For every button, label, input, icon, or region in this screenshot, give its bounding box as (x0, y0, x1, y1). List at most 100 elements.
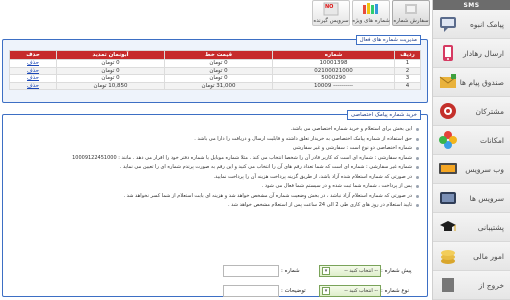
finance-icon (437, 245, 459, 267)
sidebar-header-label: SMS (463, 1, 480, 9)
rule-item: این بخش برای استعلام و خرید شماره اختصاص… (11, 125, 419, 135)
rule-item: حق استفاده از شماره پیامک اختصاصی به خری… (11, 135, 419, 145)
delete-link[interactable]: حذف (8, 59, 58, 68)
exit-icon (437, 274, 459, 296)
description-input[interactable] (223, 285, 279, 297)
type-select[interactable]: -- انتخاب کنید -- ▾ (319, 285, 381, 297)
type-label: نوع شماره : (381, 288, 410, 294)
delete-link[interactable]: حذف (8, 74, 58, 83)
sidebar: SMS پیامک انبوه ارسال رهادار صندوق پیام … (432, 0, 510, 300)
prefix-select-value: -- انتخاب کنید -- (344, 268, 378, 274)
cell-number: 02100021000 (271, 66, 396, 75)
sidebar-item-inbox[interactable]: صندوق پیام ها (433, 68, 510, 97)
rule-item: در صورتی که شماره استعلام شده آزاد باشد،… (11, 173, 419, 183)
desc-label: توضیحات : (281, 288, 306, 294)
chevron-down-icon: ▾ (322, 287, 330, 295)
sidebar-item-features[interactable]: امکانات (433, 126, 510, 155)
form-row-type: نوع شماره : -- انتخاب کنید -- ▾ توضیحات … (11, 284, 419, 298)
content: مدیریت شماره های فعال ردیف شماره قیمت خط… (2, 33, 428, 300)
table-row: 4 ---------- 10009 31,000 تومان 10,850 ت… (8, 81, 421, 90)
sidebar-item-finance[interactable]: امور مالی (433, 242, 510, 271)
recipient-button[interactable]: NO سرویس گیرنده (312, 0, 350, 26)
order-number-label: سفارش شماره (393, 18, 429, 24)
order-number-button[interactable]: سفارش شماره (392, 0, 430, 26)
chevron-down-icon: ▾ (322, 267, 330, 275)
cell-renewal: 0 تومان (56, 59, 166, 68)
sidebar-item-label: صندوق پیام ها (459, 77, 504, 87)
cell-row: 3 (394, 74, 421, 83)
sidebar-item-exit[interactable]: خروج از (433, 271, 510, 300)
sidebar-header: SMS (433, 0, 510, 10)
col-header-number: شماره (271, 50, 396, 60)
cell-price: 0 تومان (164, 66, 273, 75)
col-header-renewal: آبونمان تمدید (56, 50, 166, 60)
sidebar-item-subscribers[interactable]: مشترکان (433, 97, 510, 126)
cell-number: ---------- 10009 (271, 81, 396, 90)
sidebar-item-label: پیامک انبوه (470, 19, 504, 29)
sms-bulk-icon (437, 13, 459, 35)
cell-price: 31,000 تومان (164, 81, 273, 90)
sidebar-item-bulk-sms[interactable]: پیامک انبوه (433, 10, 510, 39)
number-input[interactable] (223, 265, 279, 277)
sidebar-item-label: ارسال رهادار (462, 48, 504, 58)
rule-item: تایید استعلام در روز های کاری طی 2 الی 2… (11, 201, 419, 211)
recipient-label: سرویس گیرنده (313, 18, 349, 24)
table-row: 2 02100021000 0 تومان 0 تومان حذف (8, 66, 421, 75)
sidebar-item-support[interactable]: پشتیبانی (433, 213, 510, 242)
type-select-value: -- انتخاب کنید -- (344, 288, 378, 294)
special-numbers-icon (362, 2, 380, 18)
delete-link[interactable]: حذف (8, 81, 58, 90)
form-row-prefix: پیش شماره : -- انتخاب کنید -- ▾ شماره : (11, 264, 419, 278)
sidebar-item-label: مشترکان (475, 106, 504, 116)
cell-number: 10001398 (271, 59, 396, 68)
sidebar-item-label: امور مالی (473, 251, 504, 261)
order-form: پیش شماره : -- انتخاب کنید -- ▾ شماره : … (11, 264, 419, 300)
cell-price: 0 تومان (164, 74, 273, 83)
sidebar-item-send[interactable]: ارسال رهادار (433, 39, 510, 68)
number-label: شماره : (281, 268, 300, 274)
features-icon (437, 129, 459, 151)
sidebar-item-label: خروج از (478, 280, 504, 290)
cell-renewal: 0 تومان (56, 66, 166, 75)
table-row: 3 5000290 0 تومان 0 تومان حذف (8, 74, 421, 83)
rule-item: پس از پرداخت ، شماره شما ثبت شده و در سی… (11, 182, 419, 192)
order-number-icon (403, 2, 419, 18)
col-header-price: قیمت خط (164, 50, 273, 60)
prefix-select[interactable]: -- انتخاب کنید -- ▾ (319, 265, 381, 277)
rule-item: شماره غیر سفارشی : شماره ای است که شما ت… (11, 163, 419, 173)
order-number-box: خرید شماره پیامک اختصاصی این بخش برای اس… (2, 110, 428, 300)
sidebar-item-services[interactable]: سرویس ها (433, 184, 510, 213)
active-numbers-box: مدیریت شماره های فعال ردیف شماره قیمت خط… (2, 35, 428, 103)
services-icon (437, 187, 459, 209)
cell-price: 0 تومان (164, 59, 273, 68)
col-header-delete: حذف (8, 50, 58, 60)
active-numbers-table: ردیف شماره قیمت خط آبونمان تمدید حذف 1 1… (8, 50, 421, 90)
order-number-title: خرید شماره پیامک اختصاصی (346, 110, 421, 120)
cell-number: 5000290 (271, 74, 396, 83)
cell-renewal: 0 تومان (56, 74, 166, 83)
sidebar-item-label: سرویس ها (469, 193, 504, 203)
subscribers-icon (437, 100, 459, 122)
special-numbers-button[interactable]: شماره های ویژه (352, 0, 390, 26)
support-icon (437, 216, 459, 238)
recipient-badge: NO (325, 4, 334, 10)
rule-item: شماره اختصاصی دو نوع است : سفارشی و غیر … (11, 144, 419, 154)
webservice-icon (437, 158, 459, 180)
sidebar-item-label: پشتیبانی (477, 222, 504, 232)
send-icon (437, 42, 459, 64)
prefix-label: پیش شماره : (381, 268, 412, 274)
cell-renewal: 10,850 تومان (56, 81, 166, 90)
sidebar-item-label: وب سرویس (465, 164, 504, 174)
active-numbers-title: مدیریت شماره های فعال (355, 35, 421, 45)
cell-row: 4 (394, 81, 421, 90)
inbox-icon (437, 71, 459, 93)
table-row: 1 10001398 0 تومان 0 تومان حذف (8, 59, 421, 68)
special-numbers-label: شماره های ویژه (352, 18, 390, 24)
delete-link[interactable]: حذف (8, 66, 58, 75)
rule-item: شماره سفارشی : شماره ای است که کاربر قاد… (11, 154, 419, 164)
rules-list: این بخش برای استعلام و خرید شماره اختصاص… (11, 125, 419, 211)
cell-row: 2 (394, 66, 421, 75)
cell-row: 1 (394, 59, 421, 68)
recipient-icon: NO (322, 2, 340, 16)
sidebar-item-webservice[interactable]: وب سرویس (433, 155, 510, 184)
